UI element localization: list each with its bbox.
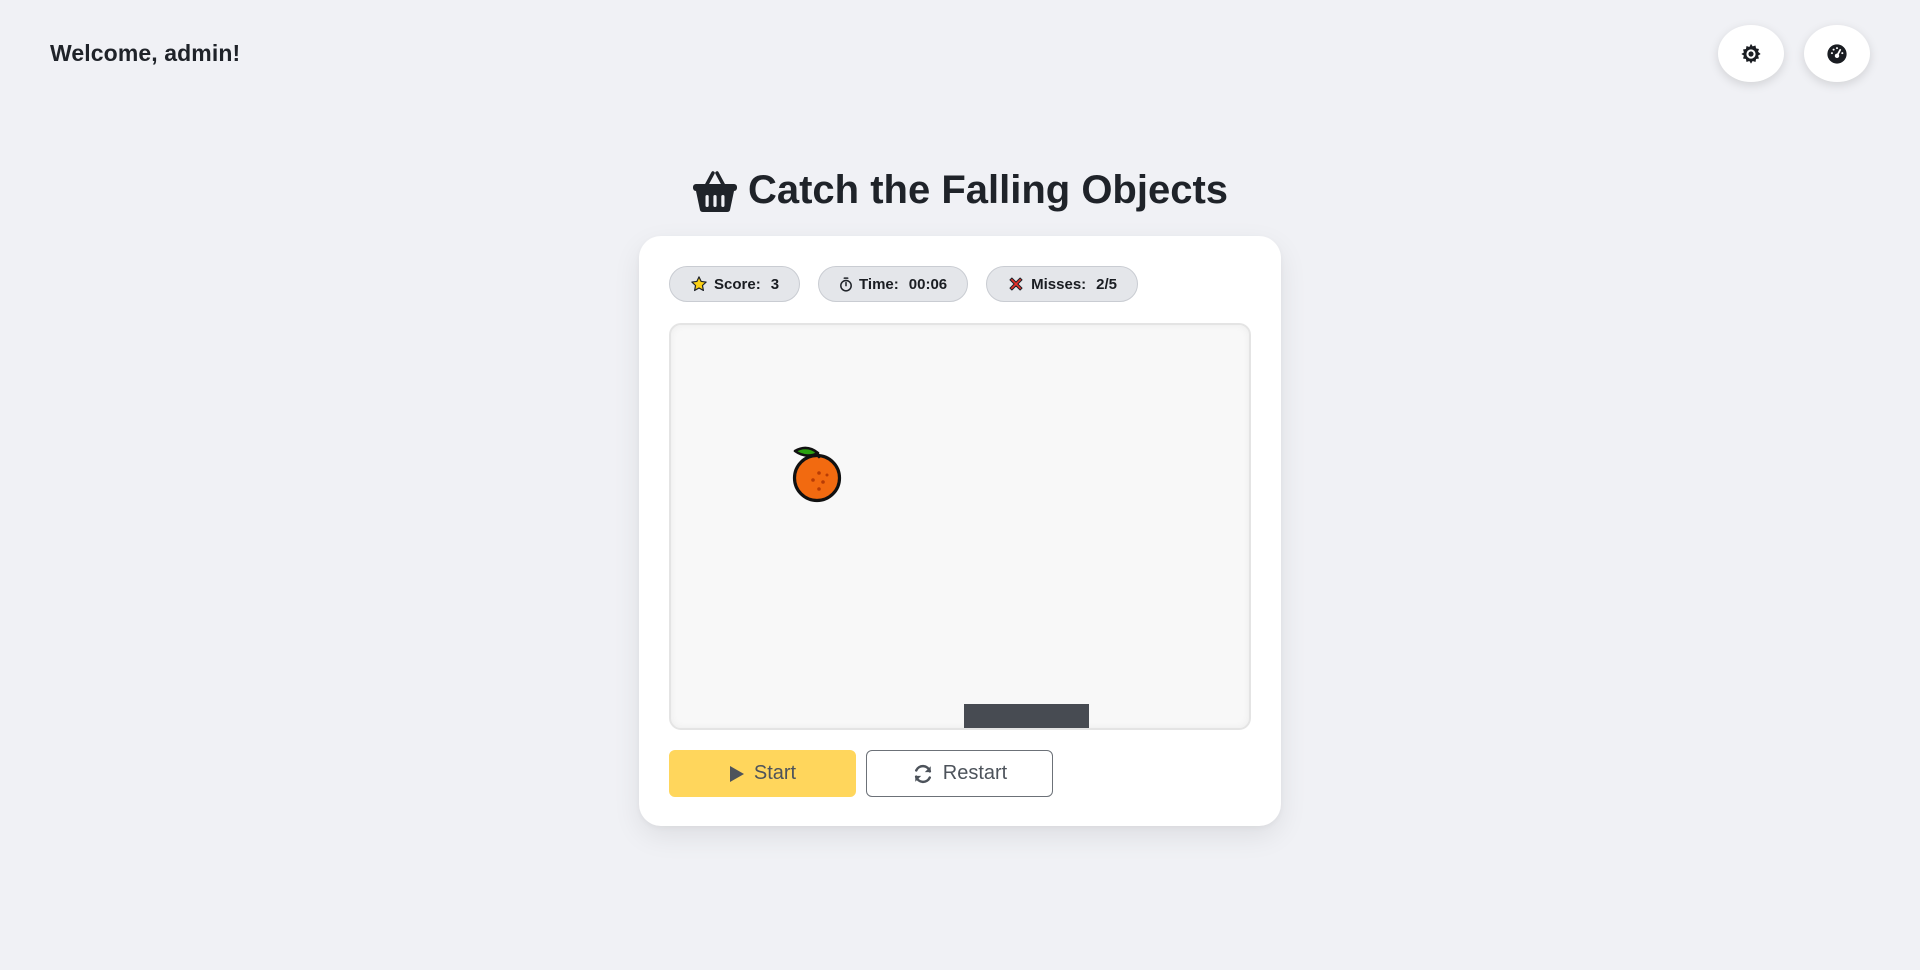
score-label: Score: <box>714 275 761 293</box>
game-controls: Start Restart <box>669 750 1053 797</box>
settings-button[interactable] <box>1718 25 1784 82</box>
cross-mark-icon <box>1007 275 1025 293</box>
score-badge: Score: 3 <box>669 266 801 302</box>
star-icon <box>690 275 708 293</box>
play-icon <box>729 765 744 782</box>
time-value: 00:06 <box>908 275 948 293</box>
welcome-message: Welcome, admin! <box>50 40 241 66</box>
gear-icon <box>1741 43 1761 64</box>
restart-button[interactable]: Restart <box>866 750 1053 797</box>
game-title: Catch the Falling Objects <box>0 168 1920 213</box>
time-label: Time: <box>859 275 899 293</box>
misses-label: Misses: <box>1031 275 1087 293</box>
game-title-text: Catch the Falling Objects <box>747 168 1229 212</box>
catcher-paddle[interactable] <box>964 704 1089 728</box>
dashboard-button[interactable] <box>1804 25 1870 82</box>
orange-icon <box>792 446 842 503</box>
basket-icon <box>692 170 737 212</box>
time-badge: Time: 00:06 <box>818 266 969 302</box>
falling-orange <box>791 445 843 508</box>
restart-label: Restart <box>942 762 1008 784</box>
score-value: 3 <box>770 275 780 293</box>
start-button[interactable]: Start <box>669 750 856 797</box>
game-card: Score: 3 Time: 00:06 Misses: 2/5 Start R… <box>639 236 1281 826</box>
misses-badge: Misses: 2/5 <box>986 266 1139 302</box>
game-area[interactable] <box>669 323 1251 730</box>
dashboard-icon <box>1827 43 1847 64</box>
stats-bar: Score: 3 Time: 00:06 Misses: 2/5 <box>669 266 1139 302</box>
misses-value: 2/5 <box>1096 275 1118 293</box>
refresh-icon <box>914 764 931 783</box>
start-label: Start <box>753 762 797 784</box>
stopwatch-icon <box>839 276 853 292</box>
